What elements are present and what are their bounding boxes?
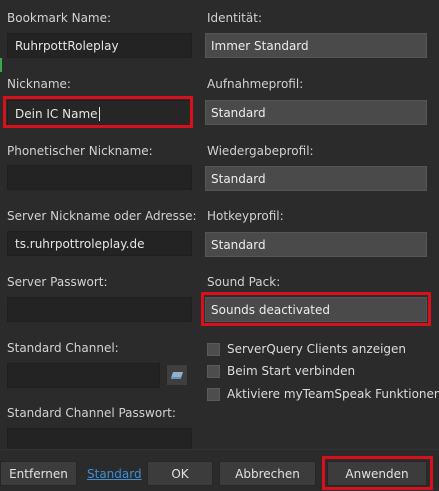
apply-button[interactable]: Anwenden bbox=[327, 461, 427, 486]
server-password-field[interactable] bbox=[7, 297, 192, 322]
focus-indicator bbox=[0, 58, 2, 72]
checkbox-label: Beim Start verbinden bbox=[227, 364, 356, 378]
hotkey-profile-select[interactable]: Standard bbox=[205, 232, 427, 257]
server-address-label: Server Nickname oder Adresse: bbox=[7, 209, 197, 223]
server-address-value: ts.ruhrpottroleplay.de bbox=[15, 236, 145, 251]
remove-button[interactable]: Entfernen bbox=[0, 461, 77, 486]
playback-profile-label: Wiedergabeprofil: bbox=[207, 144, 314, 158]
channel-picker-icon bbox=[171, 372, 183, 379]
checkbox-box[interactable] bbox=[207, 364, 220, 378]
playback-profile-value: Standard bbox=[211, 171, 266, 186]
nickname-label: Nickname: bbox=[7, 77, 71, 91]
checkbox-myteamspeak-features[interactable]: Aktiviere myTeamSpeak Funktionen bbox=[207, 387, 439, 401]
checkbox-label: Aktiviere myTeamSpeak Funktionen bbox=[227, 387, 439, 401]
checkbox-connect-on-startup[interactable]: Beim Start verbinden bbox=[207, 364, 355, 378]
ok-button[interactable]: OK bbox=[147, 461, 213, 486]
checkbox-serverquery-clients[interactable]: ServerQuery Clients anzeigen bbox=[207, 342, 406, 356]
default-channel-label: Standard Channel: bbox=[7, 341, 119, 355]
sound-pack-label: Sound Pack: bbox=[207, 275, 281, 289]
bookmark-name-label: Bookmark Name: bbox=[7, 11, 112, 25]
default-link[interactable]: Standard bbox=[87, 467, 142, 481]
identity-value: Immer Standard bbox=[211, 38, 309, 53]
default-channel-field[interactable] bbox=[7, 363, 160, 388]
identity-select[interactable]: Immer Standard bbox=[205, 33, 427, 58]
hotkey-profile-value: Standard bbox=[211, 237, 266, 252]
playback-profile-select[interactable]: Standard bbox=[205, 166, 427, 191]
default-channel-password-field[interactable] bbox=[7, 428, 192, 450]
server-address-field[interactable]: ts.ruhrpottroleplay.de bbox=[7, 231, 192, 256]
bookmark-name-value: RuhrpottRoleplay bbox=[15, 38, 119, 53]
capture-profile-select[interactable]: Standard bbox=[205, 100, 427, 125]
cancel-button[interactable]: Abbrechen bbox=[219, 461, 316, 486]
checkbox-box[interactable] bbox=[207, 387, 220, 401]
phonetic-nickname-field[interactable] bbox=[7, 165, 192, 190]
default-channel-password-label: Standard Channel Passwort: bbox=[7, 406, 176, 420]
sound-pack-value: Sounds deactivated bbox=[211, 302, 331, 317]
identity-label: Identität: bbox=[207, 11, 262, 25]
sound-pack-select[interactable]: Sounds deactivated bbox=[205, 297, 427, 322]
checkbox-box[interactable] bbox=[207, 342, 220, 356]
phonetic-nickname-label: Phonetischer Nickname: bbox=[7, 144, 153, 158]
text-caret bbox=[98, 106, 100, 121]
capture-profile-value: Standard bbox=[211, 105, 266, 120]
hotkey-profile-label: Hotkeyprofil: bbox=[207, 209, 284, 223]
bookmark-name-field[interactable]: RuhrpottRoleplay bbox=[7, 33, 192, 58]
server-password-label: Server Passwort: bbox=[7, 275, 108, 289]
channel-picker-button[interactable] bbox=[166, 364, 188, 386]
checkbox-label: ServerQuery Clients anzeigen bbox=[227, 342, 407, 356]
nickname-value: Dein IC Name bbox=[15, 106, 98, 121]
capture-profile-label: Aufnahmeprofil: bbox=[207, 77, 304, 91]
nickname-field[interactable]: Dein IC Name bbox=[7, 100, 192, 127]
